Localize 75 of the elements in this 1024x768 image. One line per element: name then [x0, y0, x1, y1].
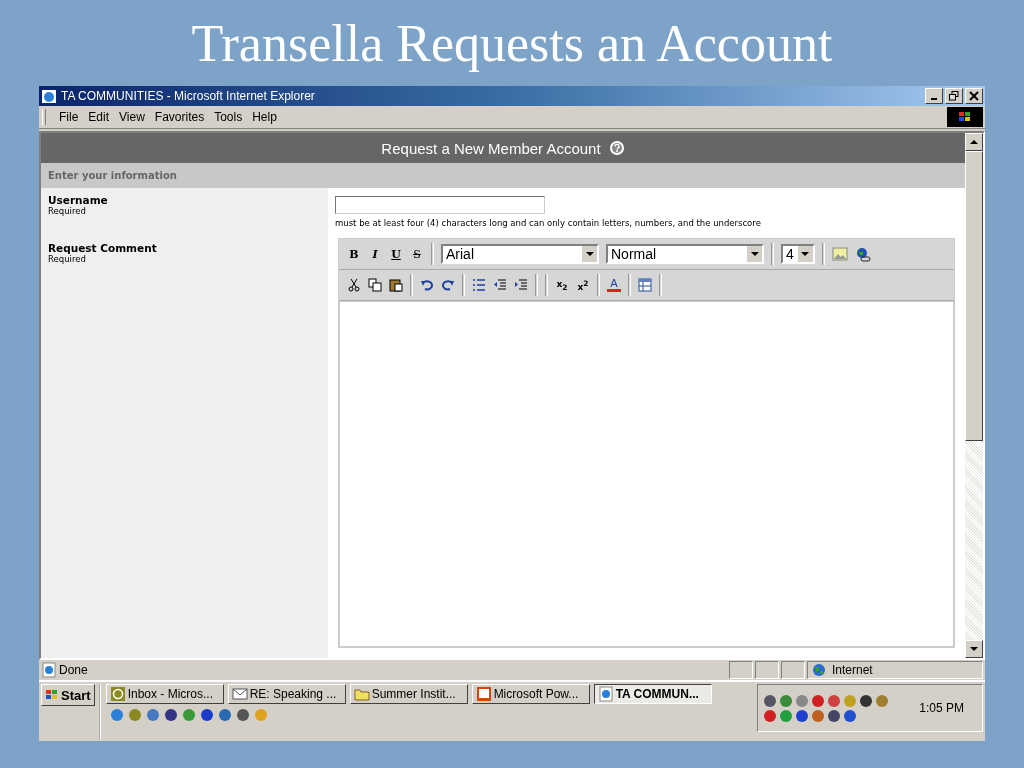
clock: 1:05 PM — [919, 701, 964, 715]
username-field[interactable] — [335, 196, 545, 214]
copy-icon[interactable] — [368, 278, 382, 292]
folder-icon — [353, 686, 370, 702]
restore-icon — [949, 91, 959, 101]
tray-icon[interactable] — [842, 708, 858, 723]
window-title: TA COMMUNITIES - Microsoft Internet Explorer — [61, 89, 316, 103]
envelope-icon — [231, 686, 248, 702]
format-button[interactable]: U — [389, 247, 403, 261]
indent-icon[interactable] — [514, 278, 528, 292]
field-label: Request Comment — [48, 242, 158, 254]
undo-icon[interactable] — [420, 278, 434, 292]
status-text: Done — [59, 663, 89, 677]
cut-icon[interactable] — [347, 278, 361, 292]
taskbar-button[interactable]: RE: Speaking ... — [227, 684, 346, 704]
image-icon[interactable] — [831, 247, 848, 261]
help-icon[interactable] — [608, 140, 625, 156]
tray-icon[interactable] — [762, 693, 778, 708]
windows-logo-icon — [947, 107, 983, 127]
globe-link-icon[interactable] — [854, 246, 871, 262]
scroll-down-icon[interactable] — [965, 640, 983, 658]
section-title: Enter your information — [48, 170, 177, 181]
tray-icon[interactable] — [810, 693, 826, 708]
start-button[interactable]: Start — [41, 684, 95, 706]
required-note: Required — [48, 254, 86, 264]
script-button[interactable]: x$^{2}$ — [576, 278, 590, 292]
zone-label: Internet — [832, 663, 873, 677]
font-color-button[interactable]: A — [607, 278, 621, 292]
tray-icon[interactable] — [794, 708, 810, 723]
menu-item[interactable]: Tools — [209, 110, 248, 124]
tray-icon[interactable] — [762, 708, 778, 723]
quick-launch-icon[interactable] — [163, 708, 178, 722]
menu-item[interactable]: Help — [247, 110, 282, 124]
field-hint: must be at least four (4) characters long and can only contain letters, numbers, and the underscore — [335, 218, 762, 228]
minimize-icon — [931, 98, 937, 100]
required-note: Required — [48, 206, 87, 216]
quick-launch-icon[interactable] — [199, 708, 214, 722]
scrollbar-thumb[interactable] — [965, 151, 983, 441]
scroll-up-icon[interactable] — [965, 133, 983, 151]
format-button[interactable]: S — [410, 247, 424, 261]
vertical-scrollbar[interactable] — [965, 133, 983, 658]
quick-launch-icon[interactable] — [217, 708, 232, 722]
taskbar-button[interactable]: Summer Instit... — [349, 684, 468, 704]
font-dropdown[interactable]: Arial — [441, 244, 599, 264]
page-icon — [41, 662, 57, 678]
taskbar-button[interactable]: Inbox - Micros... — [105, 684, 224, 704]
slide-title: Transella Requests an Account — [191, 14, 833, 74]
outdent-icon[interactable] — [493, 278, 507, 292]
menu-item[interactable]: Favorites — [149, 110, 210, 124]
field-label: Username — [48, 194, 109, 206]
size-dropdown[interactable]: 4 — [781, 244, 815, 264]
taskbar-button[interactable]: Microsoft Pow... — [471, 684, 590, 704]
close-icon — [969, 91, 979, 101]
menu-item[interactable]: View — [114, 110, 150, 124]
redo-icon[interactable] — [441, 278, 455, 292]
windows-logo-icon — [45, 689, 59, 701]
restore-button[interactable] — [945, 88, 963, 104]
minimize-button[interactable] — [925, 88, 943, 104]
tray-icon[interactable] — [826, 708, 842, 723]
quick-launch-icon[interactable] — [235, 708, 250, 722]
globe-icon — [812, 663, 826, 677]
menu-item[interactable]: File — [54, 110, 84, 124]
tray-icon[interactable] — [858, 693, 874, 708]
taskbar-button[interactable]: TA COMMUN... — [593, 684, 712, 704]
style-dropdown[interactable]: Normal — [606, 244, 764, 264]
table-icon[interactable] — [638, 278, 652, 292]
page-heading: Request a New Member Account — [381, 139, 601, 157]
format-button[interactable]: B — [347, 247, 361, 261]
paste-icon[interactable] — [389, 278, 403, 292]
format-button[interactable]: I — [368, 247, 382, 261]
menu-item[interactable]: Edit — [83, 110, 115, 124]
script-button[interactable]: x$_{2}$ — [555, 278, 569, 292]
numbered-list-icon[interactable] — [472, 278, 486, 292]
presentation-icon — [475, 686, 492, 702]
close-button[interactable] — [965, 88, 983, 104]
